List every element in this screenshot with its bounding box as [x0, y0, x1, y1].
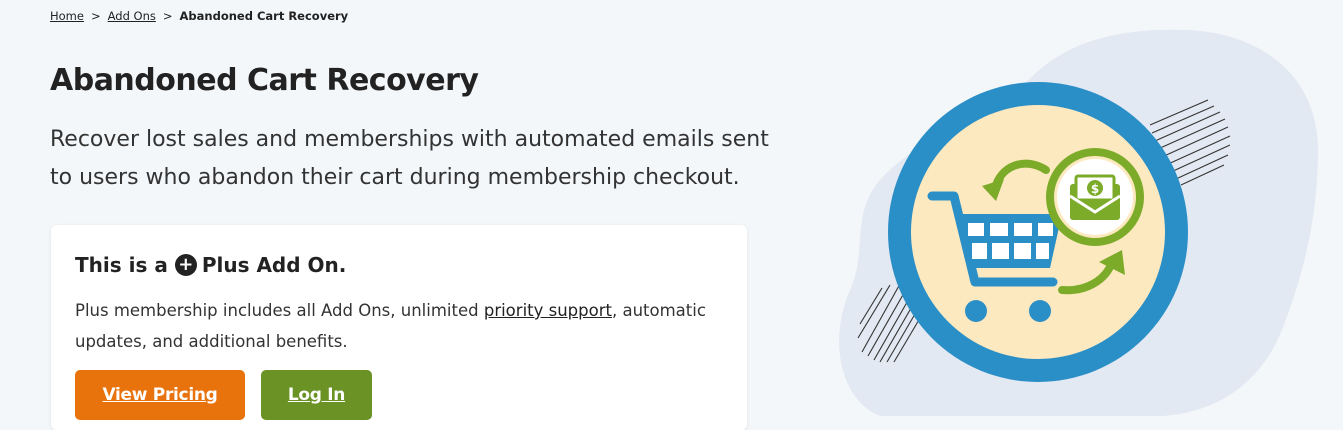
- priority-support-link[interactable]: priority support: [484, 301, 612, 320]
- money-envelope-icon: $: [1046, 148, 1144, 246]
- breadcrumb-separator: >: [90, 9, 101, 23]
- view-pricing-button[interactable]: View Pricing: [75, 370, 245, 420]
- card-description-text: Plus membership includes all Add Ons, un…: [75, 301, 484, 320]
- svg-text:$: $: [1091, 182, 1099, 196]
- breadcrumb: Home > Add Ons > Abandoned Cart Recovery: [50, 9, 348, 23]
- card-description: Plus membership includes all Add Ons, un…: [75, 295, 735, 357]
- hero-illustration: $: [839, 29, 1318, 416]
- card-title: This is a + Plus Add On.: [75, 253, 346, 277]
- breadcrumb-current: Abandoned Cart Recovery: [179, 9, 349, 23]
- plus-addon-card: This is a + Plus Add On. Plus membership…: [51, 225, 747, 430]
- breadcrumb-separator: >: [162, 9, 173, 23]
- log-in-button[interactable]: Log In: [261, 370, 372, 420]
- breadcrumb-home-link[interactable]: Home: [50, 9, 84, 23]
- page-subtitle: Recover lost sales and memberships with …: [50, 127, 769, 190]
- page-title: Abandoned Cart Recovery: [50, 63, 479, 98]
- card-title-prefix: This is a: [75, 253, 168, 277]
- card-title-suffix: Plus Add On.: [201, 253, 347, 277]
- breadcrumb-addons-link[interactable]: Add Ons: [108, 9, 156, 23]
- plus-icon: +: [174, 254, 197, 276]
